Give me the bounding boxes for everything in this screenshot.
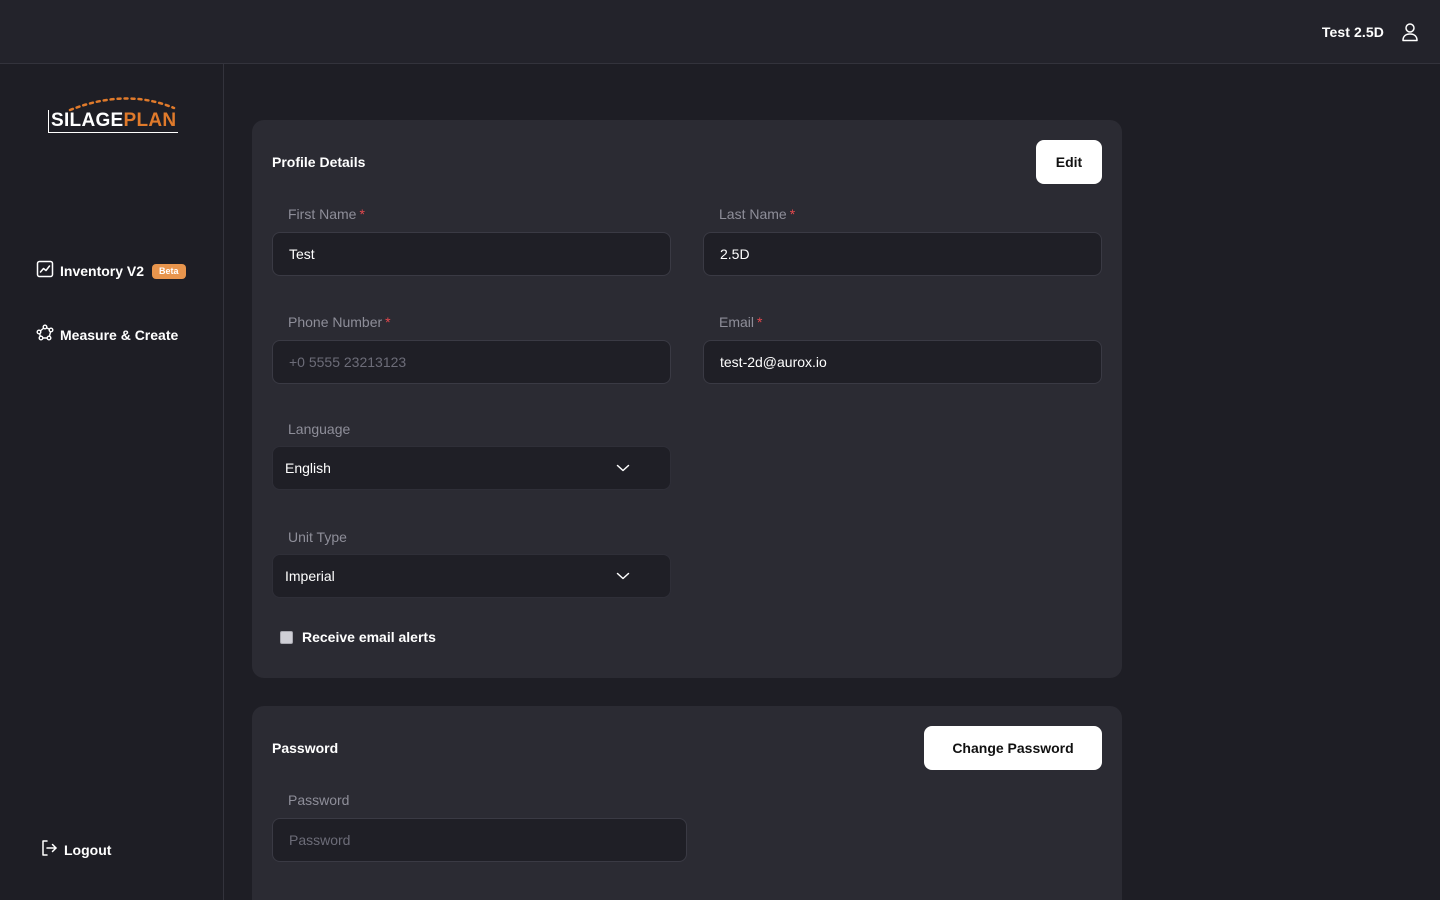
sidebar-item-inventory[interactable]: Inventory V2 Beta [36, 259, 186, 283]
email-label: Email * [719, 314, 762, 330]
chevron-down-icon [616, 572, 630, 580]
edit-button[interactable]: Edit [1036, 140, 1102, 184]
password-label: Password [288, 792, 350, 808]
sidebar-item-measure-create[interactable]: Measure & Create [36, 323, 178, 347]
first-name-field[interactable]: Test [272, 232, 671, 276]
last-name-value: 2.5D [720, 246, 750, 262]
phone-label: Phone Number * [288, 314, 391, 330]
language-select[interactable]: English [272, 446, 671, 490]
password-title: Password [272, 740, 339, 756]
last-name-field[interactable]: 2.5D [703, 232, 1102, 276]
logout-label: Logout [64, 842, 112, 858]
first-name-label-text: First Name [288, 206, 357, 222]
user-name: Test 2.5D [1321, 24, 1384, 40]
required-marker: * [789, 206, 796, 222]
unit-type-value: Imperial [285, 568, 335, 584]
email-alerts-checkbox[interactable] [280, 630, 293, 644]
email-field[interactable]: test-2d@aurox.io [703, 340, 1102, 384]
required-marker: * [757, 314, 763, 330]
top-bar: Test 2.5D [0, 0, 1440, 64]
phone-label-text: Phone Number [288, 314, 383, 330]
logout-button[interactable]: Logout [40, 838, 111, 862]
first-name-value: Test [289, 246, 315, 262]
unit-type-select[interactable]: Imperial [272, 554, 671, 598]
first-name-label: First Name * [288, 206, 365, 222]
phone-number-field[interactable]: +0 5555 23213123 [272, 340, 671, 384]
email-alerts-label: Receive email alerts [302, 629, 436, 645]
sidebar-item-label: Measure & Create [60, 327, 179, 343]
logo-part-plan: PLAN [123, 110, 177, 131]
password-field[interactable]: Password [272, 818, 687, 862]
sidebar-item-label: Inventory V2 [60, 263, 145, 279]
phone-placeholder: +0 5555 23213123 [289, 354, 407, 370]
user-area[interactable]: Test 2.5D [1322, 18, 1422, 46]
email-alerts-option[interactable]: Receive email alerts [280, 628, 436, 646]
logo-part-silage: SILAGE [51, 110, 124, 131]
last-name-label-text: Last Name [719, 206, 787, 222]
last-name-label: Last Name * [719, 206, 795, 222]
profile-details-card: Profile Details Edit First Name * Test La… [252, 120, 1122, 678]
unit-type-label: Unit Type [288, 529, 347, 545]
required-marker: * [385, 314, 391, 330]
required-marker: * [359, 206, 365, 222]
logout-icon [40, 839, 58, 862]
change-password-button[interactable]: Change Password [924, 726, 1102, 770]
email-value: test-2d@aurox.io [720, 354, 827, 370]
silageplan-logo[interactable]: SILAGE PLAN [46, 94, 179, 134]
email-label-text: Email [719, 314, 755, 330]
password-placeholder: Password [289, 832, 351, 848]
logo-text: SILAGE PLAN [48, 110, 179, 133]
password-card: Password Change Password Password Passwo… [252, 706, 1122, 900]
language-value: English [285, 460, 331, 476]
profile-details-title: Profile Details [272, 154, 366, 170]
chevron-down-icon [616, 464, 630, 472]
sidebar: SILAGE PLAN Inventory V2 Beta Measure & C… [0, 64, 224, 900]
user-icon[interactable] [1398, 20, 1422, 44]
measure-icon [36, 324, 54, 347]
language-label: Language [288, 421, 351, 437]
chart-icon [36, 260, 54, 283]
beta-badge: Beta [152, 263, 186, 279]
